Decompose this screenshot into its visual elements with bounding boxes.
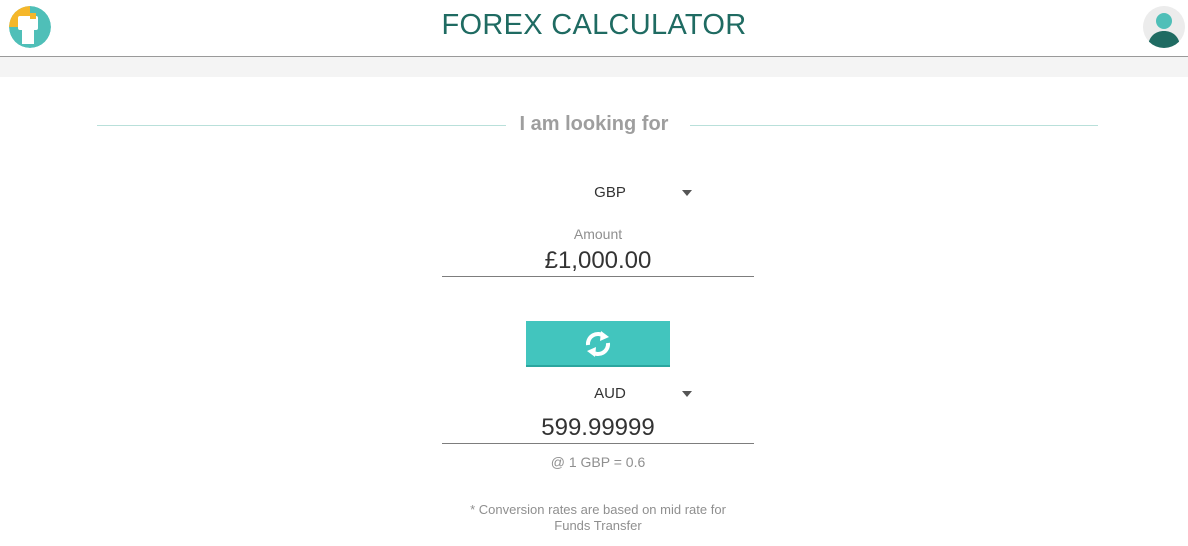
swap-arrows-icon	[585, 331, 611, 357]
swap-currency-button[interactable]	[526, 321, 670, 367]
conversion-note-line1: * Conversion rates are based on mid rate…	[470, 502, 726, 517]
app-header: FOREX CALCULATOR	[0, 0, 1188, 57]
user-avatar-icon[interactable]	[1143, 6, 1185, 48]
chevron-down-icon	[682, 190, 692, 196]
conversion-note: * Conversion rates are based on mid rate…	[442, 502, 754, 534]
to-currency-select[interactable]: AUD	[520, 382, 700, 406]
chevron-down-icon	[682, 391, 692, 397]
exchange-rate-text: @ 1 GBP = 0.6	[550, 454, 646, 470]
amount-label: Amount	[573, 226, 623, 242]
page-title: FOREX CALCULATOR	[441, 9, 747, 41]
divider-right	[690, 125, 1098, 126]
to-currency-value: AUD	[594, 385, 626, 402]
from-currency-select[interactable]: GBP	[520, 181, 700, 205]
to-amount-output: 599.99999	[442, 413, 754, 444]
header-subbar	[0, 57, 1188, 77]
section-heading: I am looking for	[0, 101, 1188, 149]
conversion-note-line2: Funds Transfer	[554, 518, 642, 533]
from-amount-input[interactable]: £1,000.00	[442, 246, 754, 277]
from-currency-value: GBP	[594, 184, 626, 201]
